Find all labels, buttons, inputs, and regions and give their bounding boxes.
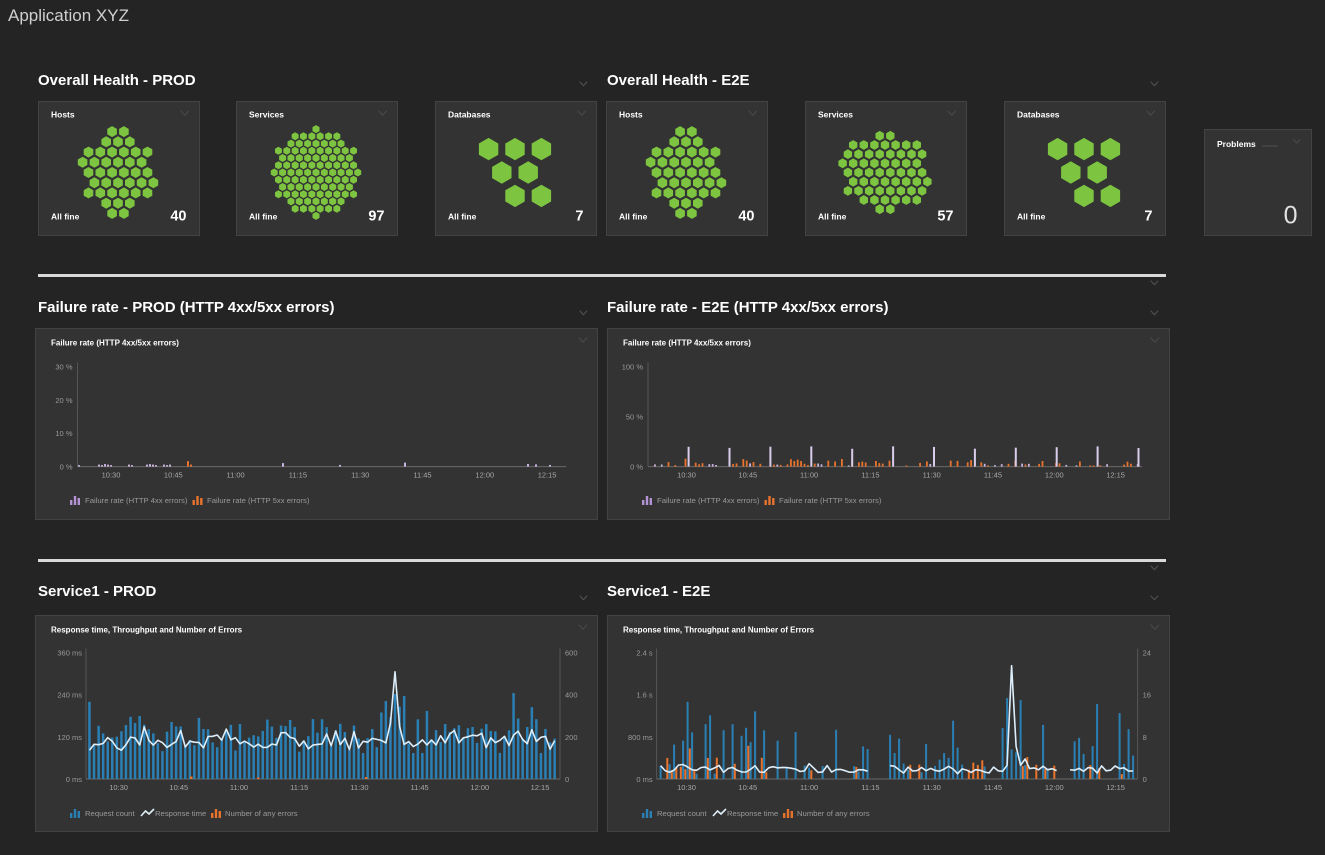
svg-text:10:30: 10:30	[102, 471, 121, 480]
svg-text:11:15: 11:15	[861, 471, 879, 480]
svg-text:All fine: All fine	[249, 212, 278, 222]
svg-text:0: 0	[1284, 202, 1298, 230]
svg-text:All fine: All fine	[448, 212, 477, 222]
svg-text:10:45: 10:45	[164, 471, 183, 480]
svg-text:Response time, Throughput and: Response time, Throughput and Number of …	[51, 626, 243, 635]
svg-text:20 %: 20 %	[55, 396, 72, 405]
svg-text:0 %: 0 %	[60, 463, 73, 472]
svg-text:97: 97	[368, 209, 384, 225]
svg-text:Failure rate (HTTP 4xx errors): Failure rate (HTTP 4xx errors)	[657, 496, 760, 505]
svg-text:11:00: 11:00	[800, 783, 818, 792]
svg-text:All fine: All fine	[619, 212, 648, 222]
svg-text:7: 7	[1144, 209, 1152, 225]
svg-text:12:00: 12:00	[1045, 783, 1064, 792]
svg-text:50 %: 50 %	[626, 413, 643, 422]
svg-text:11:45: 11:45	[413, 471, 431, 480]
svg-text:11:15: 11:15	[289, 471, 307, 480]
svg-text:Databases: Databases	[1017, 110, 1060, 120]
svg-text:240 ms: 240 ms	[57, 691, 82, 700]
svg-text:10:45: 10:45	[738, 471, 757, 480]
svg-text:Response time, Throughput and: Response time, Throughput and Number of …	[623, 626, 815, 635]
svg-text:30 %: 30 %	[55, 362, 72, 371]
svg-text:All fine: All fine	[51, 212, 80, 222]
svg-text:10:45: 10:45	[738, 783, 757, 792]
svg-text:40: 40	[170, 209, 186, 225]
svg-text:11:45: 11:45	[984, 783, 1002, 792]
svg-text:11:15: 11:15	[861, 783, 879, 792]
svg-text:All fine: All fine	[818, 212, 847, 222]
svg-text:12:15: 12:15	[1106, 471, 1125, 480]
svg-text:Failure rate (HTTP 4xx/5xx err: Failure rate (HTTP 4xx/5xx errors)	[623, 339, 751, 348]
svg-text:11:00: 11:00	[800, 471, 818, 480]
svg-text:11:30: 11:30	[350, 783, 368, 792]
svg-text:10 %: 10 %	[55, 429, 72, 438]
svg-text:10:45: 10:45	[169, 783, 188, 792]
svg-text:Hosts: Hosts	[619, 110, 643, 120]
svg-text:0 ms: 0 ms	[636, 775, 653, 784]
svg-text:Request count: Request count	[657, 809, 707, 818]
svg-text:360 ms: 360 ms	[57, 649, 82, 658]
svg-text:400: 400	[565, 691, 578, 700]
svg-text:12:00: 12:00	[1045, 471, 1064, 480]
svg-text:120 ms: 120 ms	[57, 733, 82, 742]
svg-text:Response time: Response time	[155, 809, 206, 818]
svg-text:600: 600	[565, 649, 578, 658]
svg-text:100 %: 100 %	[622, 362, 644, 371]
svg-text:10:30: 10:30	[677, 783, 696, 792]
svg-text:40: 40	[738, 209, 754, 225]
svg-text:1.6 s: 1.6 s	[636, 691, 653, 700]
svg-text:7: 7	[575, 209, 583, 225]
svg-text:Failure rate (HTTP 5xx errors): Failure rate (HTTP 5xx errors)	[207, 496, 310, 505]
svg-text:11:30: 11:30	[923, 783, 941, 792]
svg-text:12:00: 12:00	[470, 783, 489, 792]
svg-text:0: 0	[1143, 775, 1147, 784]
svg-text:12:15: 12:15	[538, 471, 557, 480]
svg-text:11:15: 11:15	[290, 783, 308, 792]
svg-text:11:30: 11:30	[351, 471, 369, 480]
svg-text:All fine: All fine	[1017, 212, 1046, 222]
svg-text:Problems: Problems	[1217, 139, 1256, 149]
svg-text:Number of any errors: Number of any errors	[797, 809, 870, 818]
svg-text:11:45: 11:45	[410, 783, 428, 792]
svg-text:Number of any errors: Number of any errors	[225, 809, 298, 818]
svg-text:12:15: 12:15	[531, 783, 550, 792]
svg-text:Services: Services	[818, 110, 853, 120]
svg-text:10:30: 10:30	[677, 471, 696, 480]
svg-text:0: 0	[565, 775, 569, 784]
svg-text:Services: Services	[249, 110, 284, 120]
svg-text:Databases: Databases	[448, 110, 491, 120]
svg-text:11:45: 11:45	[984, 471, 1002, 480]
svg-text:Failure rate (HTTP 5xx errors): Failure rate (HTTP 5xx errors)	[779, 496, 882, 505]
svg-text:11:30: 11:30	[923, 471, 941, 480]
svg-text:16: 16	[1143, 691, 1151, 700]
svg-text:12:00: 12:00	[475, 471, 494, 480]
svg-text:11:00: 11:00	[230, 783, 248, 792]
svg-text:12:15: 12:15	[1106, 783, 1125, 792]
svg-text:800 ms: 800 ms	[628, 733, 653, 742]
svg-text:0 %: 0 %	[630, 463, 643, 472]
svg-text:2.4 s: 2.4 s	[636, 649, 653, 658]
svg-text:10:30: 10:30	[109, 783, 128, 792]
svg-text:24: 24	[1143, 649, 1151, 658]
svg-text:Request count: Request count	[85, 809, 135, 818]
svg-text:Failure rate (HTTP 4xx errors): Failure rate (HTTP 4xx errors)	[85, 496, 188, 505]
svg-text:200: 200	[565, 733, 578, 742]
svg-text:Failure rate (HTTP 4xx/5xx err: Failure rate (HTTP 4xx/5xx errors)	[51, 339, 179, 348]
svg-text:Hosts: Hosts	[51, 110, 75, 120]
svg-text:0 ms: 0 ms	[66, 775, 83, 784]
svg-text:8: 8	[1143, 733, 1147, 742]
svg-text:57: 57	[937, 209, 953, 225]
svg-text:Response time: Response time	[727, 809, 778, 818]
svg-text:11:00: 11:00	[226, 471, 244, 480]
